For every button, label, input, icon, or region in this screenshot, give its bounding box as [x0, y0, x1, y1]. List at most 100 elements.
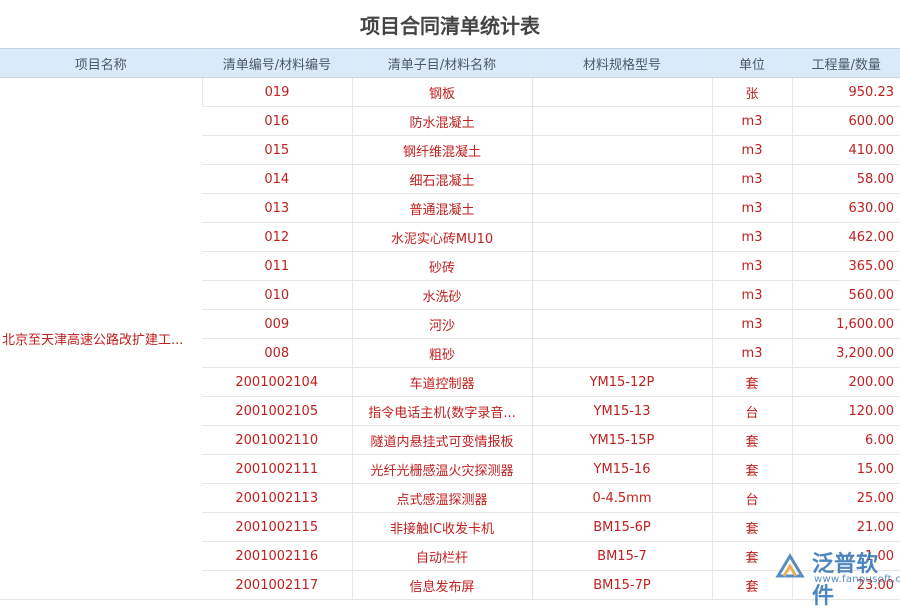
cell-unit: m3 — [711, 135, 792, 165]
cell-name: 砂砖 — [351, 251, 532, 281]
cell-name: 隧道内悬挂式可变情报板 — [351, 425, 532, 455]
cell-code: 019 — [201, 77, 352, 107]
cell-code: 009 — [202, 309, 352, 339]
cell-unit: 套 — [711, 541, 792, 571]
cell-name: 钢板 — [351, 77, 532, 107]
cell-code: 2001002116 — [202, 541, 352, 571]
cell-qty: 1,600.00 — [791, 309, 900, 339]
cell-code: 2001002111 — [202, 454, 352, 484]
cell-unit: 套 — [711, 425, 792, 455]
cell-code: 016 — [202, 106, 352, 136]
cell-project-name: 北京至天津高速公路改扩建工... — [0, 77, 202, 600]
cell-spec — [531, 135, 712, 165]
cell-qty: 200.00 — [791, 367, 900, 397]
table-header-row: 项目名称 清单编号/材料编号 清单子目/材料名称 材料规格型号 单位 工程量/数… — [0, 48, 900, 78]
cell-spec: BM15-7 — [531, 541, 712, 571]
cell-qty: 600.00 — [791, 106, 900, 136]
cell-code: 2001002113 — [202, 483, 352, 513]
cell-spec — [531, 309, 712, 339]
cell-qty: 630.00 — [791, 193, 900, 223]
cell-spec: 0-4.5mm — [531, 483, 712, 513]
cell-spec — [531, 222, 712, 252]
cell-qty: 120.00 — [791, 396, 900, 426]
cell-spec: YM15-13 — [531, 396, 712, 426]
col-header-unit[interactable]: 单位 — [711, 48, 792, 78]
cell-unit: m3 — [711, 106, 792, 136]
cell-qty: 410.00 — [791, 135, 900, 165]
cell-name: 信息发布屏 — [351, 570, 532, 600]
cell-name: 指令电话主机(数字录音... — [351, 396, 532, 426]
cell-unit: 台 — [711, 396, 792, 426]
cell-spec — [531, 164, 712, 194]
cell-qty: 58.00 — [791, 164, 900, 194]
cell-qty: 23.00 — [791, 570, 900, 600]
cell-spec — [531, 106, 712, 136]
cell-name: 自动栏杆 — [351, 541, 532, 571]
cell-spec — [531, 280, 712, 310]
cell-unit: m3 — [711, 164, 792, 194]
cell-spec — [531, 77, 712, 107]
cell-name: 细石混凝土 — [351, 164, 532, 194]
cell-name: 粗砂 — [351, 338, 532, 368]
cell-code: 2001002115 — [202, 512, 352, 542]
cell-unit: 套 — [711, 512, 792, 542]
col-header-spec[interactable]: 材料规格型号 — [531, 48, 712, 78]
cell-unit: 台 — [711, 483, 792, 513]
cell-name: 光纤光栅感温火灾探测器 — [351, 454, 532, 484]
cell-unit: 张 — [711, 77, 792, 107]
cell-name: 钢纤维混凝土 — [351, 135, 532, 165]
cell-qty: 15.00 — [791, 454, 900, 484]
cell-unit: 套 — [711, 454, 792, 484]
col-header-name[interactable]: 清单子目/材料名称 — [351, 48, 532, 78]
contract-list-table: 项目名称 清单编号/材料编号 清单子目/材料名称 材料规格型号 单位 工程量/数… — [0, 48, 900, 600]
cell-qty: 462.00 — [791, 222, 900, 252]
col-header-project[interactable]: 项目名称 — [0, 48, 202, 78]
cell-code: 011 — [202, 251, 352, 281]
cell-name: 水洗砂 — [351, 280, 532, 310]
table-row[interactable]: 北京至天津高速公路改扩建工... 019 钢板 张 950.23 — [0, 77, 900, 600]
col-header-code[interactable]: 清单编号/材料编号 — [201, 48, 352, 78]
cell-code: 2001002117 — [202, 570, 352, 600]
cell-unit: 套 — [711, 367, 792, 397]
cell-name: 水泥实心砖MU10 — [351, 222, 532, 252]
cell-qty: 25.00 — [791, 483, 900, 513]
cell-qty: 950.23 — [791, 77, 900, 107]
col-header-qty[interactable]: 工程量/数量 — [791, 48, 900, 78]
cell-spec: YM15-12P — [531, 367, 712, 397]
cell-code: 015 — [202, 135, 352, 165]
cell-code: 2001002110 — [202, 425, 352, 455]
cell-code: 2001002105 — [202, 396, 352, 426]
cell-spec — [531, 193, 712, 223]
cell-spec: YM15-15P — [531, 425, 712, 455]
cell-name: 非接触IC收发卡机 — [351, 512, 532, 542]
page-title: 项目合同清单统计表 — [360, 13, 540, 38]
cell-code: 014 — [202, 164, 352, 194]
cell-spec: YM15-16 — [531, 454, 712, 484]
cell-qty: 365.00 — [791, 251, 900, 281]
cell-spec: BM15-7P — [531, 570, 712, 600]
cell-spec: BM15-6P — [531, 512, 712, 542]
cell-qty: 21.00 — [791, 512, 900, 542]
cell-unit: m3 — [711, 280, 792, 310]
cell-name: 防水混凝土 — [351, 106, 532, 136]
cell-unit: m3 — [711, 309, 792, 339]
cell-code: 010 — [202, 280, 352, 310]
cell-code: 008 — [202, 338, 352, 368]
cell-code: 013 — [202, 193, 352, 223]
cell-name: 河沙 — [351, 309, 532, 339]
cell-unit: m3 — [711, 338, 792, 368]
cell-unit: m3 — [711, 193, 792, 223]
cell-qty: 3,200.00 — [791, 338, 900, 368]
cell-unit: m3 — [711, 222, 792, 252]
cell-qty: 6.00 — [791, 425, 900, 455]
cell-spec — [531, 338, 712, 368]
cell-unit: 套 — [711, 570, 792, 600]
cell-code: 012 — [202, 222, 352, 252]
cell-name: 点式感温探测器 — [351, 483, 532, 513]
cell-name: 车道控制器 — [351, 367, 532, 397]
cell-qty: 1.00 — [791, 541, 900, 571]
cell-code: 2001002104 — [202, 367, 352, 397]
cell-spec — [531, 251, 712, 281]
cell-unit: m3 — [711, 251, 792, 281]
cell-qty: 560.00 — [791, 280, 900, 310]
